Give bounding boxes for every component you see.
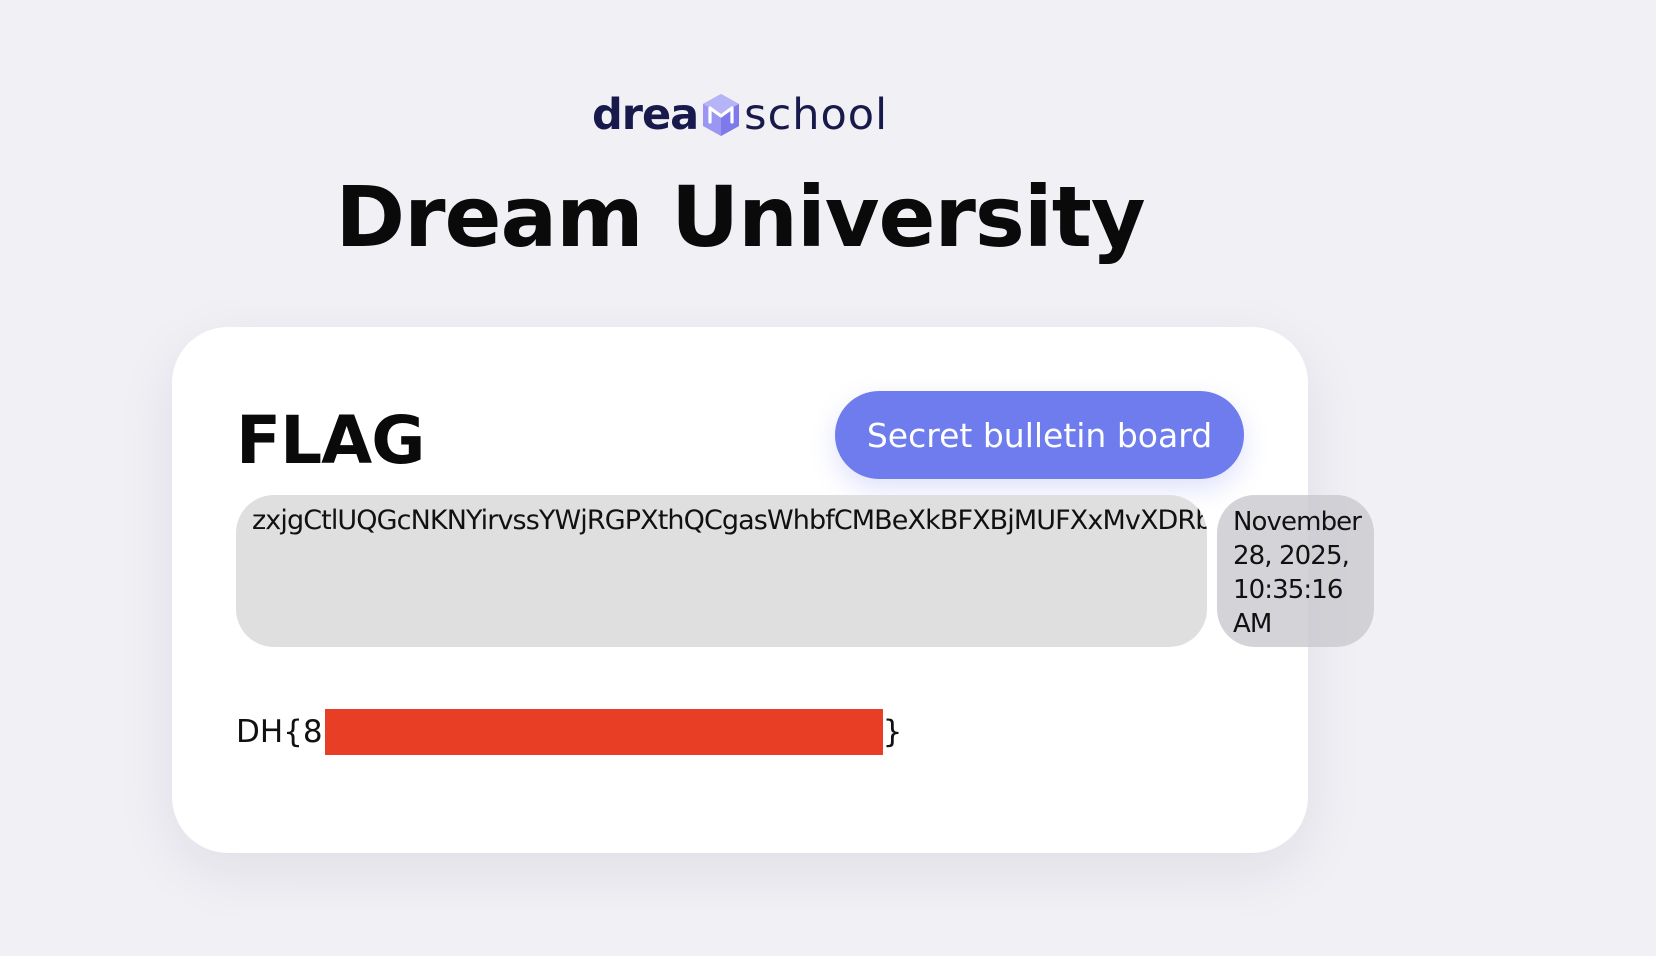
post-date: November 28, 2025, 10:35:16 AM: [1217, 495, 1374, 647]
logo-text-start: drea: [592, 90, 699, 140]
page-title: Dream University: [335, 168, 1145, 266]
flag-prefix: DH{8: [236, 714, 323, 750]
post-date-line: November: [1233, 507, 1362, 537]
secret-bulletin-board-button[interactable]: Secret bulletin board: [835, 391, 1244, 479]
site-logo[interactable]: drea school: [592, 90, 888, 140]
post-date-line: AM: [1233, 609, 1272, 639]
post-date-line: 10:35:16: [1233, 575, 1343, 605]
dreamhack-cube-logo-icon: [703, 94, 740, 136]
card-heading: FLAG: [236, 402, 425, 479]
flag-suffix: }: [882, 714, 903, 750]
post-content: zxjgCtlUQGcNKNYirvssYWjRGPXthQCgasWhbfCM…: [236, 495, 1207, 647]
redaction-bar: [324, 709, 883, 755]
logo-text-end: school: [744, 90, 889, 140]
flag-value: DH{8}: [236, 709, 902, 755]
post-date-line: 28, 2025,: [1233, 541, 1350, 571]
